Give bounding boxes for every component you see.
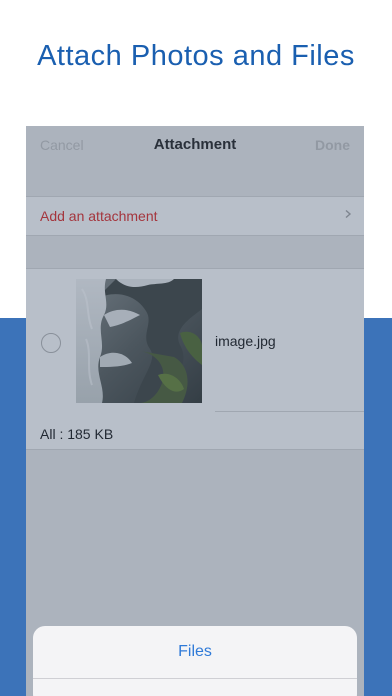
promo-headline: Attach Photos and Files: [37, 40, 355, 72]
files-option-button[interactable]: Files: [33, 626, 357, 678]
phone-screen: Cancel Attachment Done Add an attachment: [26, 126, 364, 696]
divider: [33, 678, 357, 679]
modal-dim-overlay[interactable]: [26, 126, 364, 696]
action-sheet: Files: [33, 626, 357, 696]
